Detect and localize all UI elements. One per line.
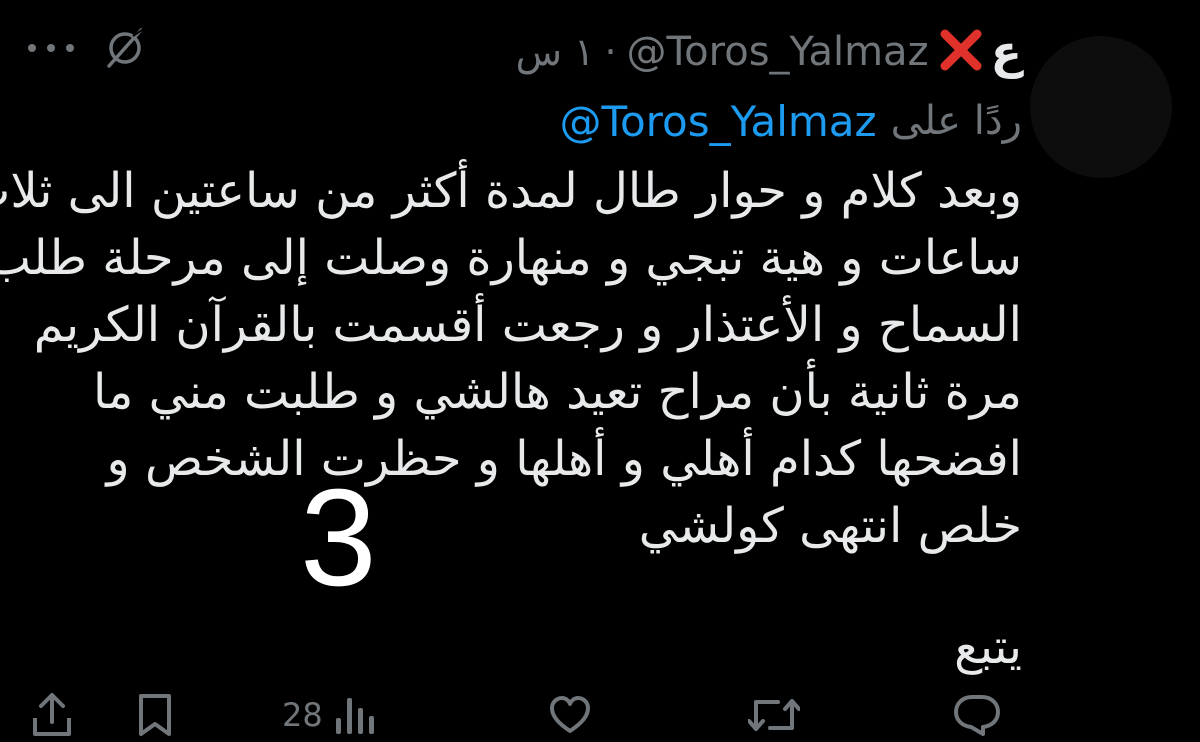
views-button[interactable]: 28 <box>282 692 375 738</box>
reply-icon <box>954 695 1000 736</box>
body-line: ساعات و هية تبجي و منهارة وصلت إلى مرحلة… <box>0 230 1022 286</box>
like-button[interactable] <box>548 692 592 738</box>
body-line: افضحها كدام أهلي و أهلها و حظرت الشخص و <box>106 431 1022 487</box>
bookmark-icon <box>139 694 171 736</box>
reply-context: @Toros_Yalmaz ردًا على <box>559 92 1022 150</box>
body-line: وبعد كلام و حوار طال لمدة أكثر من ساعتين… <box>0 163 1022 219</box>
tweet[interactable]: ١ س · @Toros_Yalmaz ع @Toros_Yalmaz ردًا… <box>0 0 1200 742</box>
reply-to-prefix: ردًا على <box>890 98 1022 144</box>
cross-mark-emoji <box>940 29 982 71</box>
views-count: 28 <box>282 696 323 734</box>
action-bar: 28 <box>0 688 1200 742</box>
continue-text: يتبع <box>954 619 1022 675</box>
heart-icon <box>550 696 590 733</box>
body-line: السماح و الأعتذار و رجعت أقسمت بالقرآن ا… <box>33 297 1022 353</box>
views-icon <box>335 698 374 734</box>
bookmark-button[interactable] <box>136 692 174 738</box>
retweet-button[interactable] <box>748 692 800 738</box>
share-icon <box>33 693 71 736</box>
body-line: مرة ثانية بأن مراح تعيد هالشي و طلبت مني… <box>93 364 1022 420</box>
tweet-header: ١ س · @Toros_Yalmaz ع <box>0 24 1200 84</box>
timestamp[interactable]: ١ س <box>516 30 595 74</box>
author-display-name[interactable]: ع <box>991 25 1022 79</box>
separator-dot: · <box>604 30 617 74</box>
author-handle[interactable]: @Toros_Yalmaz <box>627 29 929 75</box>
grok-icon[interactable] <box>103 26 147 70</box>
reply-button[interactable] <box>952 692 1002 738</box>
retweet-icon <box>748 699 800 731</box>
share-button[interactable] <box>30 692 74 738</box>
body-line: خلص انتهى كولشي <box>638 498 1022 554</box>
overlay-number: 3 <box>300 461 377 615</box>
more-icon[interactable] <box>28 38 74 58</box>
reply-to-handle[interactable]: @Toros_Yalmaz <box>559 97 876 146</box>
author-line: ١ س · @Toros_Yalmaz ع <box>516 24 1022 80</box>
tweet-body: وبعد كلام و حوار طال لمدة أكثر من ساعتين… <box>0 158 1022 560</box>
